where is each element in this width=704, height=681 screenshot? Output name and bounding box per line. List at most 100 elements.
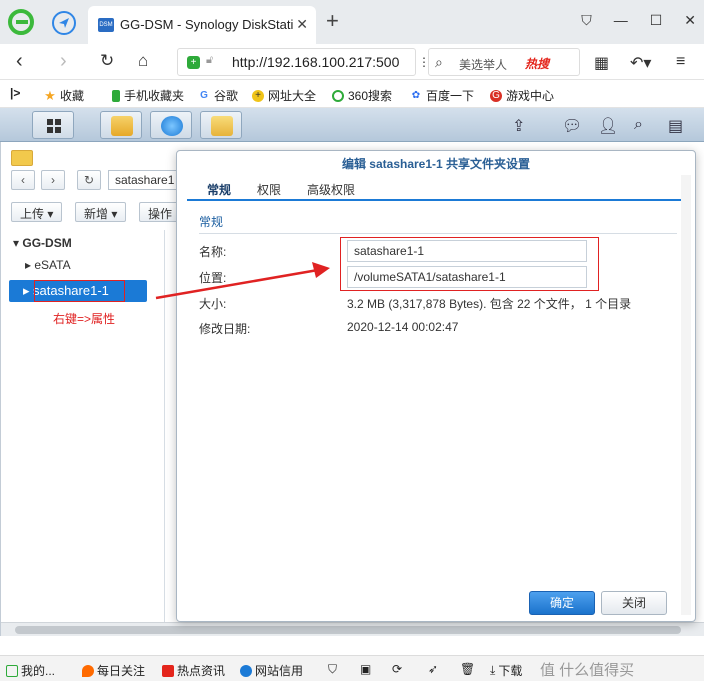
search-icon[interactable]: ⌕ [634,116,643,134]
browser-tab[interactable]: DSM GG-DSM - Synology DiskStati ✕ [88,6,316,44]
back-icon[interactable]: ‹ [16,51,23,71]
refresh-button[interactable]: ↻ [77,170,101,190]
main-menu-button[interactable] [32,111,74,139]
folder-tree: ▾ GG-DSM ▸ eSATA ▸ satashare1-1 右键=>属性 [1,230,165,630]
bookmark-google[interactable]: G 谷歌 [198,87,238,104]
bookmark-360[interactable]: 360搜索 [332,87,392,104]
play-icon [6,664,18,677]
package-icon [111,116,133,136]
search-placeholder: 美选举人 [459,58,508,72]
browser-tab-bar: DSM GG-DSM - Synology DiskStati ✕ + ⛉ — … [0,0,704,44]
watermark: 值 什么值得买 [540,662,635,679]
browser-status-bar: 我的... 每日关注 热点资讯 网站信用 ⛉ ▣ ⟳ ➶ 🗑︎ ⤓ 下载 值 什么… [0,655,704,681]
minimize-icon[interactable]: — [614,12,628,29]
back-button[interactable]: ‹ [11,170,35,190]
image-icon[interactable]: ▣ [360,662,371,676]
annotation-text: 右键=>属性 [53,312,116,326]
search-box[interactable]: ⌕ 美选举人 热搜 [428,48,580,76]
status-item-credit[interactable]: 网站信用 [240,662,303,679]
horizontal-scrollbar[interactable] [1,622,704,636]
tab-general[interactable]: 常规 [194,177,244,202]
bookmark-baidu[interactable]: ✿ 百度一下 [410,87,474,104]
baidu-paw-icon: ✿ [411,89,421,101]
modified-value: 2020-12-14 00:02:47 [347,320,459,334]
widgets-icon[interactable]: ▤ [668,116,683,136]
refresh-icon[interactable]: ↻ [100,51,114,71]
bookmark-hao[interactable]: + 网址大全 [252,87,316,104]
trash-icon[interactable]: 🗑︎ [460,662,475,676]
new-tab-button[interactable]: + [326,10,339,32]
tree-root[interactable]: ▾ GG-DSM [13,236,72,250]
status-item-mine[interactable]: 我的... [6,662,55,679]
news-icon [162,664,174,677]
shield-status-icon[interactable]: ⛉ [328,662,337,677]
close-icon[interactable]: ✕ [684,12,696,29]
tree-expand-icon: ▸ [23,283,30,298]
tree-item-esata[interactable]: ▸ eSATA [25,258,71,272]
name-label: 名称: [199,245,227,259]
modified-label: 修改日期: [199,322,251,336]
fire-icon [82,664,94,677]
location-label: 位置: [199,271,227,285]
dsm-taskbar: ⇪ 💬︎ 👤︎ ⌕ ▤ [0,108,704,142]
upload-queue-icon[interactable]: ⇪ [512,116,525,136]
notifications-icon[interactable]: 💬︎ [562,116,582,136]
sync-icon[interactable]: ⟳ [392,662,402,676]
section-title: 常规 [199,215,224,229]
network-app-button[interactable] [150,111,192,139]
share-settings-dialog: 编辑 satashare1-1 共享文件夹设置 常规 权限 高级权限 常规 名称… [176,150,696,622]
scroll-thumb[interactable] [15,626,681,634]
360-icon [332,89,344,102]
close-button[interactable]: 关闭 [601,591,667,615]
star-icon: ★ [44,87,56,103]
highlight-box [34,280,125,302]
dialog-scrollbar[interactable] [681,175,691,615]
tab-permissions[interactable]: 权限 [257,181,281,198]
menu-icon[interactable]: ≡ [676,53,685,71]
status-item-daily[interactable]: 每日关注 [82,662,145,679]
action-button[interactable]: 操作 [139,202,182,222]
tab-advanced-permissions[interactable]: 高级权限 [307,181,355,198]
status-item-news[interactable]: 热点资讯 [162,662,225,679]
size-label: 大小: [199,297,227,311]
tab-title: GG-DSM - Synology DiskStati [120,17,294,32]
sidebar-toggle-icon[interactable]: |> [10,86,20,100]
ok-button[interactable]: 确定 [529,591,595,615]
download-icon: ⤓ [490,663,496,677]
bookmark-games[interactable]: G 游戏中心 [490,87,554,104]
highlight-box [340,237,599,291]
dsm-favicon-icon: DSM [98,18,114,32]
grid-icon[interactable]: ▦ [594,53,609,73]
undo-icon[interactable]: ↶▾ [630,53,651,73]
home-icon[interactable]: ⌂ [138,51,148,71]
drop-icon [240,664,252,677]
file-station-icon [211,116,233,136]
status-item-download[interactable]: ⤓ 下载 [490,662,522,679]
rocket-icon[interactable]: ➶ [428,662,438,676]
forward-button[interactable]: › [41,170,65,190]
maximize-icon[interactable]: ☐ [650,12,663,29]
size-value: 3.2 MB (3,317,878 Bytes). 包含 22 个文件， 1 个… [347,297,632,311]
google-icon: G [200,89,208,101]
bookmark-favorites[interactable]: ★ 收藏 [44,87,84,104]
send-icon[interactable] [52,11,76,35]
file-station-button[interactable] [200,111,242,139]
browser-logo-icon [8,9,34,35]
create-button[interactable]: 新增 ▾ [75,202,127,222]
apps-grid-icon [47,119,61,133]
dialog-tabs: 常规 权限 高级权限 [187,177,687,202]
path-field[interactable]: satashare1 [108,170,178,190]
url-field[interactable]: + 🔓︎ http://192.168.100.217:500 [177,48,416,76]
forward-icon[interactable]: › [60,51,67,71]
shirt-icon[interactable]: ⛉ [581,12,592,29]
bookmark-mobile[interactable]: 手机收藏夹 [112,87,184,104]
tab-close-icon[interactable]: ✕ [296,16,308,33]
url-text: http://192.168.100.217:500 [232,54,400,70]
shield-icon: + [187,56,200,69]
upload-button[interactable]: 上传 ▾ [11,202,63,222]
user-icon[interactable]: 👤︎ [598,116,618,136]
package-center-button[interactable] [100,111,142,139]
section-divider [199,233,677,234]
plus-circle-icon: + [252,89,264,102]
page-bottom-strip [0,636,704,655]
